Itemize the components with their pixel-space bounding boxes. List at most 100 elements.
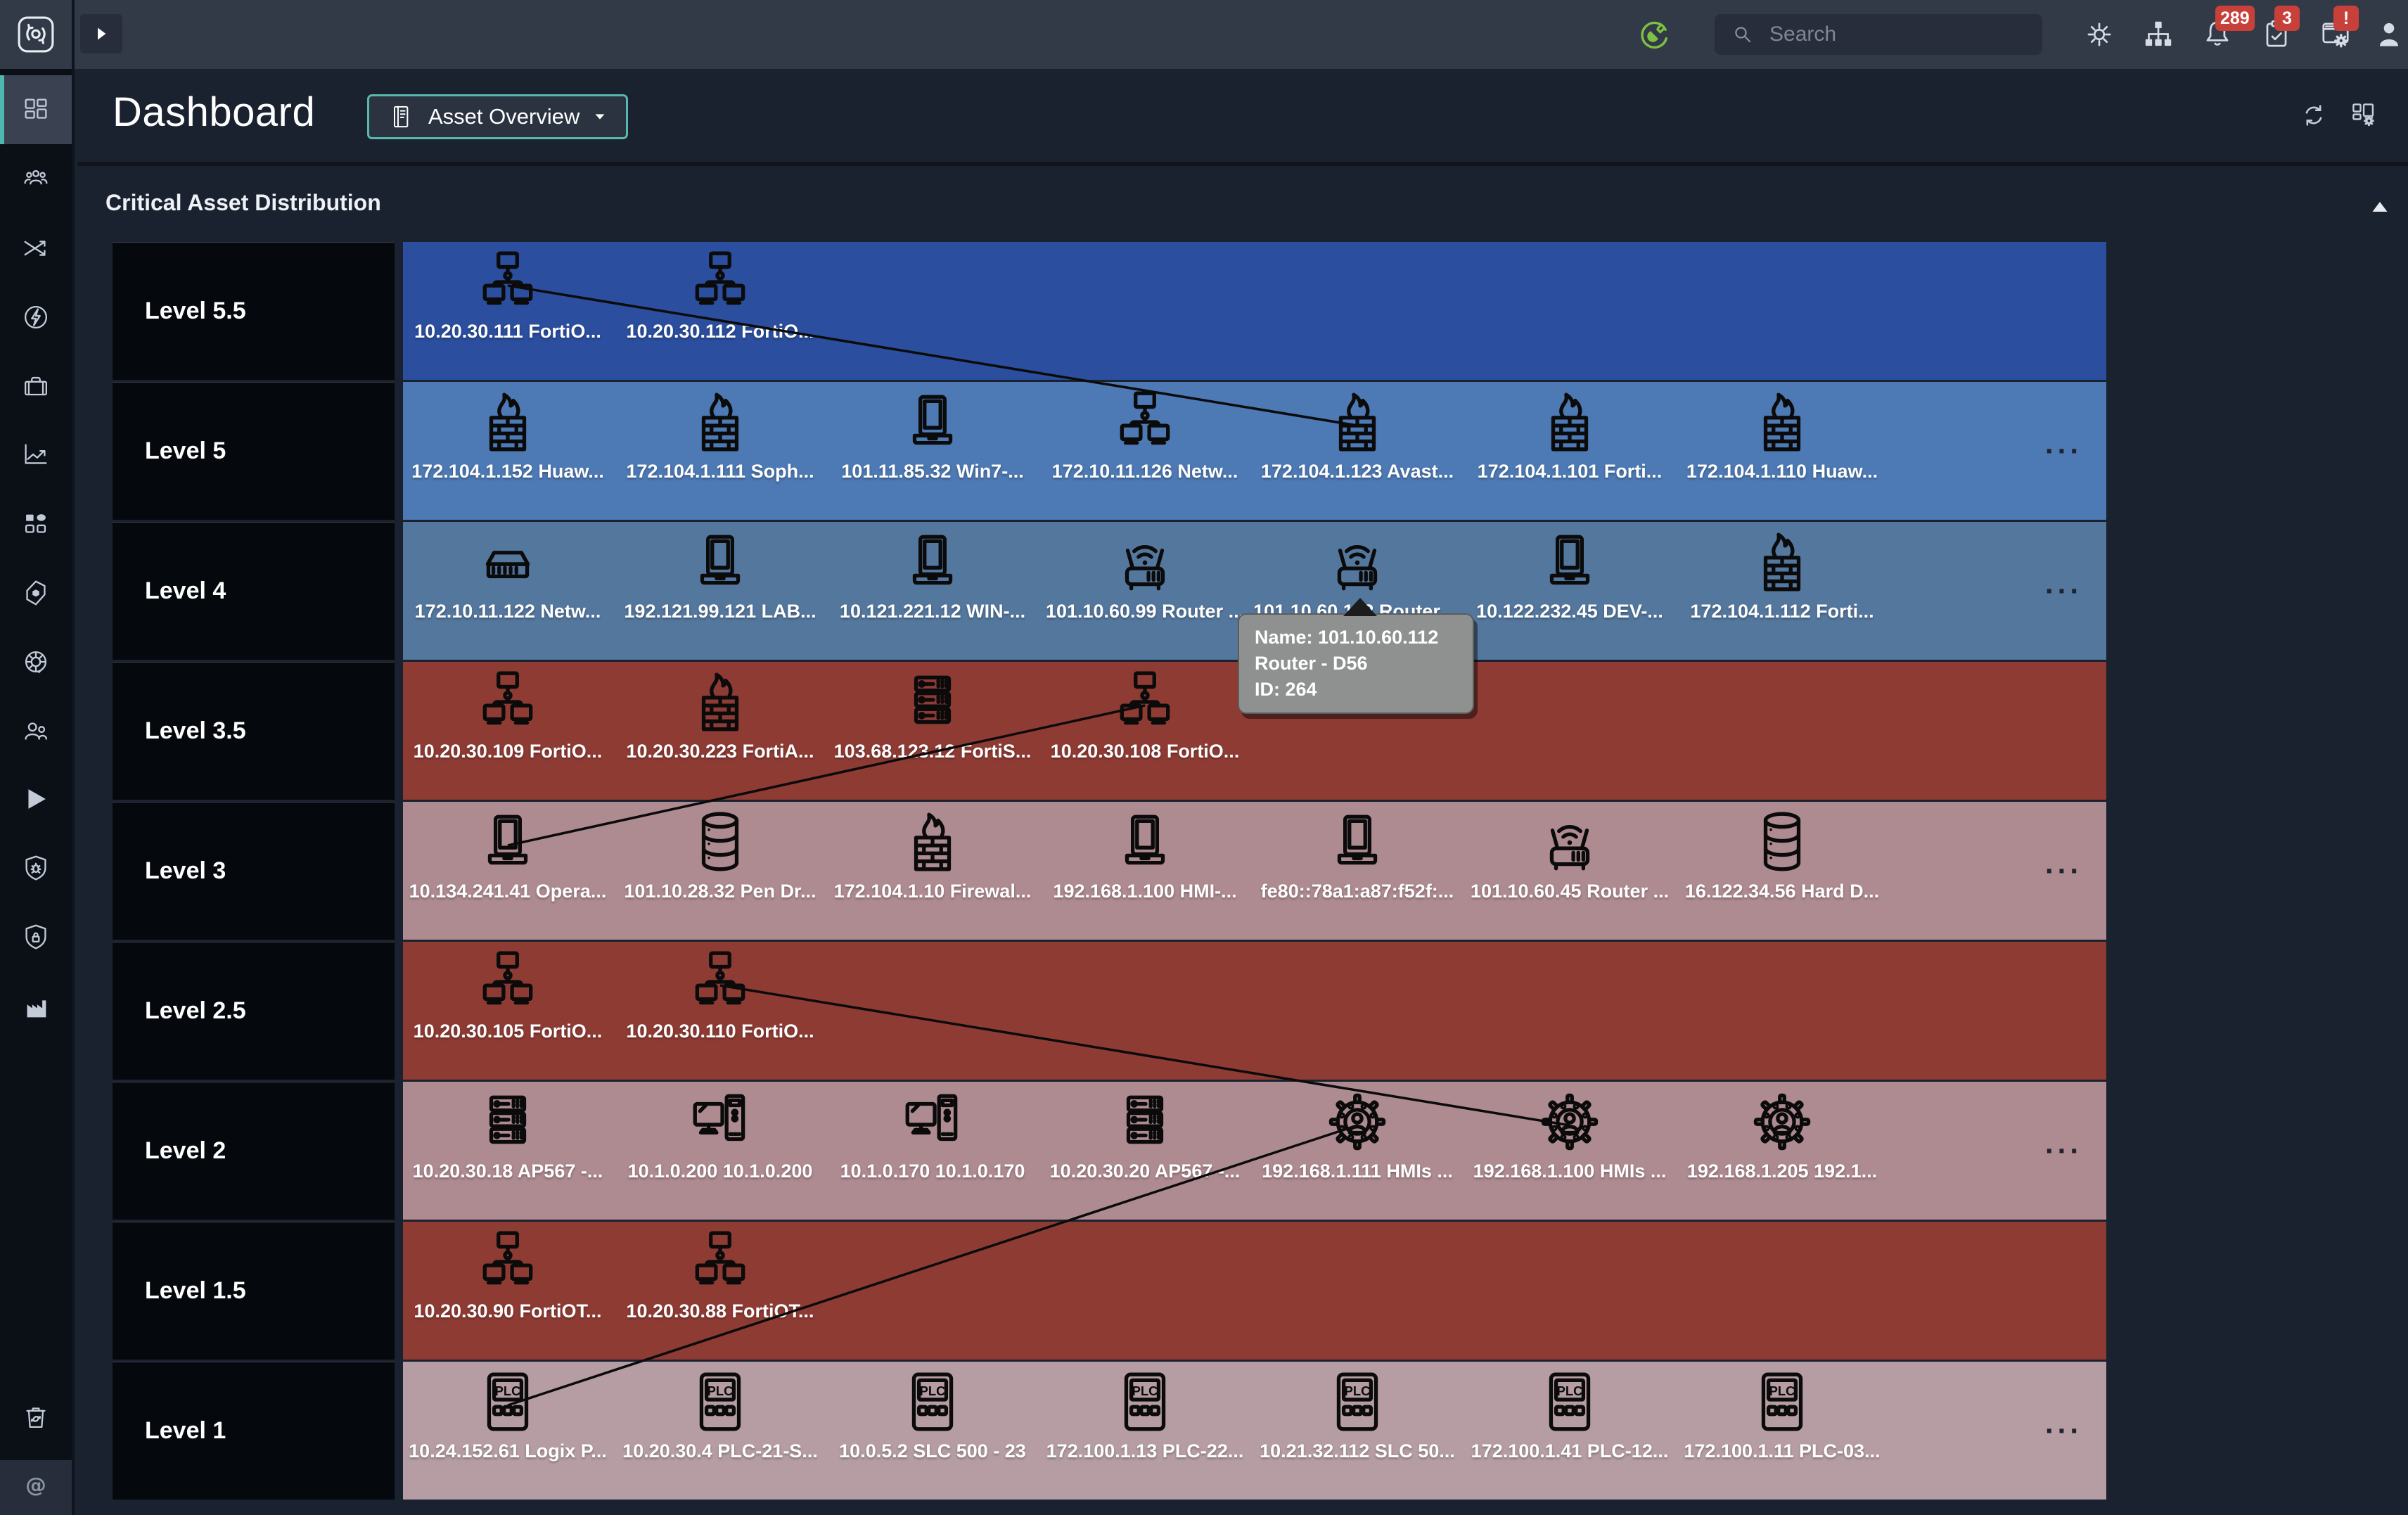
device-node-plc[interactable]: PLC 172.100.1.41 PLC-12... (1457, 1367, 1682, 1462)
network-icon (695, 251, 745, 305)
play-button[interactable] (80, 14, 122, 53)
firewall-icon (914, 812, 952, 871)
connection-status-icon[interactable] (1636, 15, 1674, 53)
device-node-hmi[interactable]: 192.168.1.111 HMIs ... (1245, 1087, 1470, 1182)
sidebar-item-purge-trash[interactable] (0, 1382, 72, 1451)
view-selector-button[interactable]: Asset Overview (367, 94, 629, 139)
device-node-database[interactable]: 101.10.28.32 Pen Dr... (608, 807, 833, 902)
device-node-router[interactable]: 101.10.60.99 Router ... (1032, 528, 1257, 622)
sidebar-item-quick-actions-bolt[interactable] (0, 283, 72, 352)
device-node-laptop[interactable]: fe80::78a1:a87:f52f:... (1245, 807, 1470, 902)
device-label: 192.168.1.111 HMIs ... (1262, 1161, 1453, 1182)
dashboard-settings-icon[interactable] (2349, 100, 2380, 131)
laptop-icon (1125, 814, 1165, 865)
search-input-box[interactable] (1715, 14, 2042, 55)
device-node-firewall[interactable]: 172.104.1.112 Forti... (1670, 528, 1895, 622)
device-label: 192.168.1.100 HMI-... (1053, 881, 1237, 902)
device-node-laptop[interactable]: 10.121.221.12 WIN-... (820, 528, 1045, 622)
notifications-bell-icon[interactable]: 289 (2200, 6, 2255, 52)
device-node-plc[interactable]: PLC 10.20.30.4 PLC-21-S... (608, 1367, 833, 1462)
device-node-network[interactable]: 10.20.30.88 FortiOT... (608, 1227, 833, 1322)
sidebar-item-dashboard-grid[interactable] (0, 75, 72, 144)
device-node-network[interactable]: 10.20.30.109 FortiO... (395, 667, 620, 762)
device-node-database[interactable]: 16.122.34.56 Hard D... (1670, 807, 1895, 902)
support-lifebuoy-icon (25, 651, 47, 674)
device-node-laptop[interactable]: 192.168.1.100 HMI-... (1032, 807, 1257, 902)
sidebar-item-operations-factory[interactable] (0, 973, 72, 1042)
device-node-laptop[interactable]: 10.122.232.45 DEV-... (1457, 528, 1682, 622)
more-devices-indicator[interactable]: ... (2045, 566, 2082, 600)
settings-gear-icon[interactable] (2082, 17, 2117, 52)
device-node-firewall[interactable]: 172.104.1.10 Firewal... (820, 807, 1045, 902)
sidebar-item-analytics-chart[interactable] (0, 420, 72, 489)
device-node-firewall[interactable]: 172.104.1.110 Huaw... (1670, 388, 1895, 482)
svg-text:PLC: PLC (707, 1383, 734, 1398)
device-node-firewall[interactable]: 172.104.1.111 Soph... (608, 388, 833, 482)
level-band: PLC 10.24.152.61 Logix P... PLC 10.20.30.4 … (403, 1362, 2106, 1500)
sidebar-item-user-group[interactable] (0, 144, 72, 213)
level-row: Level 5 172.104.1.152 Huaw... 172.104.1.11… (113, 382, 2408, 520)
topbar: 289 3 ! (0, 0, 2408, 69)
search-input[interactable] (1769, 23, 2041, 46)
device-node-network[interactable]: 10.20.30.90 FortiOT... (395, 1227, 620, 1322)
more-devices-indicator[interactable]: ... (2045, 1126, 2082, 1160)
sidebar-item-mentions-at[interactable]: @ (0, 1452, 72, 1515)
device-node-firewall[interactable]: 172.104.1.101 Forti... (1457, 388, 1682, 482)
device-node-server[interactable]: 10.20.30.20 AP567 -... (1032, 1087, 1257, 1182)
sidebar: @ (0, 69, 75, 1515)
sidebar-item-network-flows[interactable] (0, 214, 72, 283)
device-label: 172.104.1.110 Huaw... (1686, 461, 1878, 482)
device-node-hmi[interactable]: 192.168.1.100 HMIs ... (1457, 1087, 1682, 1182)
level-label: Level 4 (113, 522, 395, 660)
device-node-firewall[interactable]: 172.104.1.152 Huaw... (395, 388, 620, 482)
sitemap-icon[interactable] (2141, 17, 2176, 52)
device-node-laptop[interactable]: 10.134.241.41 Opera... (395, 807, 620, 902)
mentions-at-icon: @ (25, 1474, 46, 1498)
device-node-network[interactable]: 172.10.11.126 Netw... (1032, 388, 1257, 482)
svg-text:PLC: PLC (1132, 1383, 1158, 1398)
device-node-plc[interactable]: PLC 10.21.32.112 SLC 50... (1245, 1367, 1470, 1462)
user-profile-icon[interactable] (2371, 17, 2407, 52)
device-node-plc[interactable]: PLC 10.24.152.61 Logix P... (395, 1367, 620, 1462)
sidebar-item-widgets[interactable] (0, 490, 72, 558)
sidebar-item-playbooks-play[interactable] (0, 765, 72, 833)
more-devices-indicator[interactable]: ... (2045, 426, 2082, 460)
system-alerts-window-icon[interactable]: ! (2318, 6, 2359, 52)
device-node-network[interactable]: 10.20.30.105 FortiO... (395, 947, 620, 1042)
device-label: 172.10.11.122 Netw... (414, 601, 601, 622)
collapse-section-icon[interactable] (2370, 197, 2390, 217)
more-devices-indicator[interactable]: ... (2045, 846, 2082, 880)
sidebar-item-users-pair[interactable] (0, 697, 72, 766)
more-devices-indicator[interactable]: ... (2045, 1406, 2082, 1440)
sidebar-item-environment-cube[interactable] (0, 558, 72, 627)
tooltip-arrow (1343, 598, 1377, 616)
laptop-icon (912, 395, 953, 445)
device-node-switch[interactable]: 172.10.11.122 Netw... (395, 528, 620, 622)
device-node-network[interactable]: 10.20.30.108 FortiO... (1032, 667, 1257, 762)
device-node-network[interactable]: 10.20.30.112 FortiO... (608, 248, 833, 343)
sidebar-item-assets-briefcase[interactable] (0, 352, 72, 421)
device-node-laptop[interactable]: 192.121.99.121 LAB... (608, 528, 833, 622)
device-node-laptop[interactable]: 101.11.85.32 Win7-... (820, 388, 1045, 482)
device-node-desktop[interactable]: 10.1.0.200 10.1.0.200 (608, 1087, 833, 1182)
device-node-server[interactable]: 103.68.123.12 FortiS... (820, 667, 1045, 762)
device-node-plc[interactable]: PLC 172.100.1.11 PLC-03... (1670, 1367, 1895, 1462)
device-node-network[interactable]: 10.20.30.111 FortiO... (395, 248, 620, 343)
sidebar-item-support-lifebuoy[interactable] (0, 627, 72, 696)
tasks-clipboard-icon[interactable]: 3 (2259, 6, 2300, 52)
sidebar-item-security-shield-lock[interactable] (0, 903, 72, 972)
router-icon (1125, 545, 1165, 591)
refresh-icon[interactable] (2298, 100, 2329, 131)
device-node-firewall[interactable]: 10.20.30.223 FortiA... (608, 667, 833, 762)
app-logo[interactable] (0, 0, 75, 69)
device-node-server[interactable]: 10.20.30.18 AP567 -... (395, 1087, 620, 1182)
device-node-plc[interactable]: PLC 172.100.1.13 PLC-22... (1032, 1367, 1257, 1462)
sidebar-item-threat-shield-bug[interactable] (0, 834, 72, 903)
device-node-router[interactable]: 101.10.60.45 Router ... (1457, 807, 1682, 902)
device-node-plc[interactable]: PLC 10.0.5.2 SLC 500 - 23 (820, 1367, 1045, 1462)
level-label: Level 2 (113, 1082, 395, 1220)
device-node-hmi[interactable]: 192.168.1.205 192.1... (1670, 1087, 1895, 1182)
device-node-firewall[interactable]: 172.104.1.123 Avast... (1245, 388, 1470, 482)
device-node-network[interactable]: 10.20.30.110 FortiO... (608, 947, 833, 1042)
device-node-desktop[interactable]: 10.1.0.170 10.1.0.170 (820, 1087, 1045, 1182)
